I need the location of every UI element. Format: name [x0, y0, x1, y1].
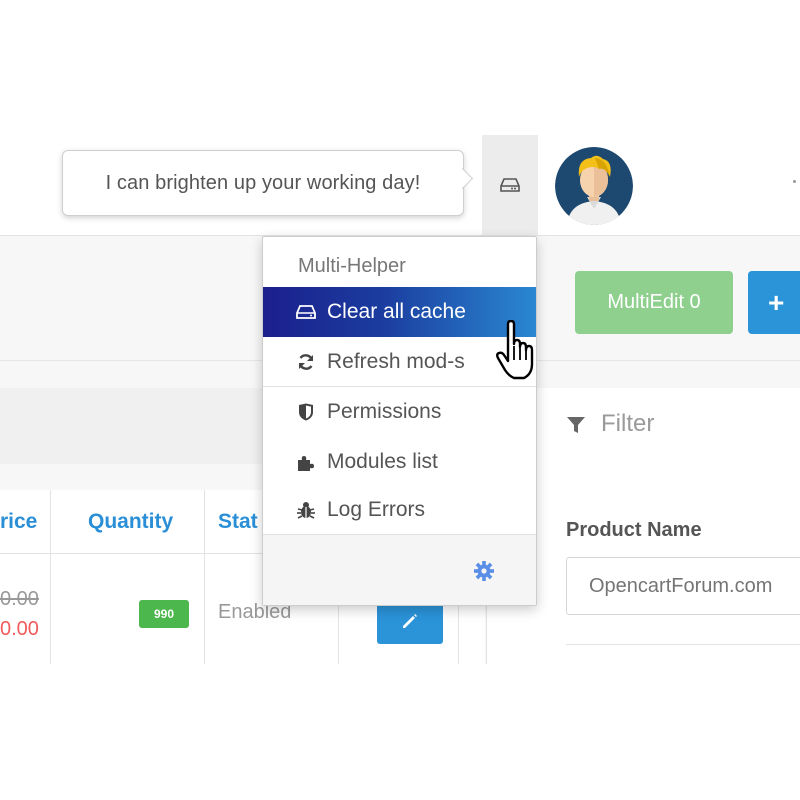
special-price: 0.00	[0, 618, 39, 640]
overflow-indicator	[793, 180, 796, 183]
add-product-button[interactable]: +	[748, 271, 800, 334]
quantity-badge: 990	[139, 600, 189, 628]
dropdown-footer	[263, 535, 536, 605]
column-header-price[interactable]: rice	[0, 510, 37, 534]
user-avatar-icon	[555, 147, 633, 225]
product-name-label: Product Name	[566, 519, 702, 541]
pencil-icon	[403, 614, 417, 628]
column-header-status[interactable]: Stat	[218, 510, 258, 534]
multi-helper-dropdown: Multi-Helper Clear all cache Refresh mod…	[262, 236, 537, 606]
bug-icon	[295, 500, 317, 520]
menu-item-log-errors[interactable]: Log Errors	[263, 485, 536, 535]
filter-title: Filter	[601, 410, 655, 437]
dropdown-header: Multi-Helper	[298, 255, 406, 277]
avatar[interactable]	[555, 147, 633, 225]
cache-button[interactable]	[482, 135, 538, 235]
tooltip-text: I can brighten up your working day!	[105, 171, 421, 194]
hand-cursor-icon	[496, 320, 534, 380]
menu-item-label: Refresh mod-s	[327, 350, 465, 373]
product-name-input[interactable]	[566, 557, 800, 615]
column-divider	[50, 490, 51, 664]
tooltip-bubble: I can brighten up your working day!	[62, 150, 464, 216]
menu-item-label: Log Errors	[327, 498, 426, 521]
old-price: 0.00	[0, 588, 39, 610]
column-divider	[204, 490, 205, 664]
hdd-icon	[295, 302, 317, 322]
multiedit-button[interactable]: MultiEdit 0	[575, 271, 733, 334]
divider	[566, 644, 800, 645]
menu-item-label: Clear all cache	[327, 300, 466, 323]
refresh-icon	[295, 352, 317, 372]
shield-icon	[295, 402, 317, 422]
hdd-icon	[500, 178, 520, 192]
column-header-quantity[interactable]: Quantity	[88, 510, 173, 534]
menu-item-label: Modules list	[327, 450, 438, 473]
menu-item-permissions[interactable]: Permissions	[263, 387, 536, 437]
gear-icon[interactable]	[473, 560, 495, 582]
filter-icon	[567, 417, 585, 433]
puzzle-icon	[295, 452, 317, 472]
menu-item-modules-list[interactable]: Modules list	[263, 437, 536, 487]
menu-item-label: Permissions	[327, 400, 442, 423]
